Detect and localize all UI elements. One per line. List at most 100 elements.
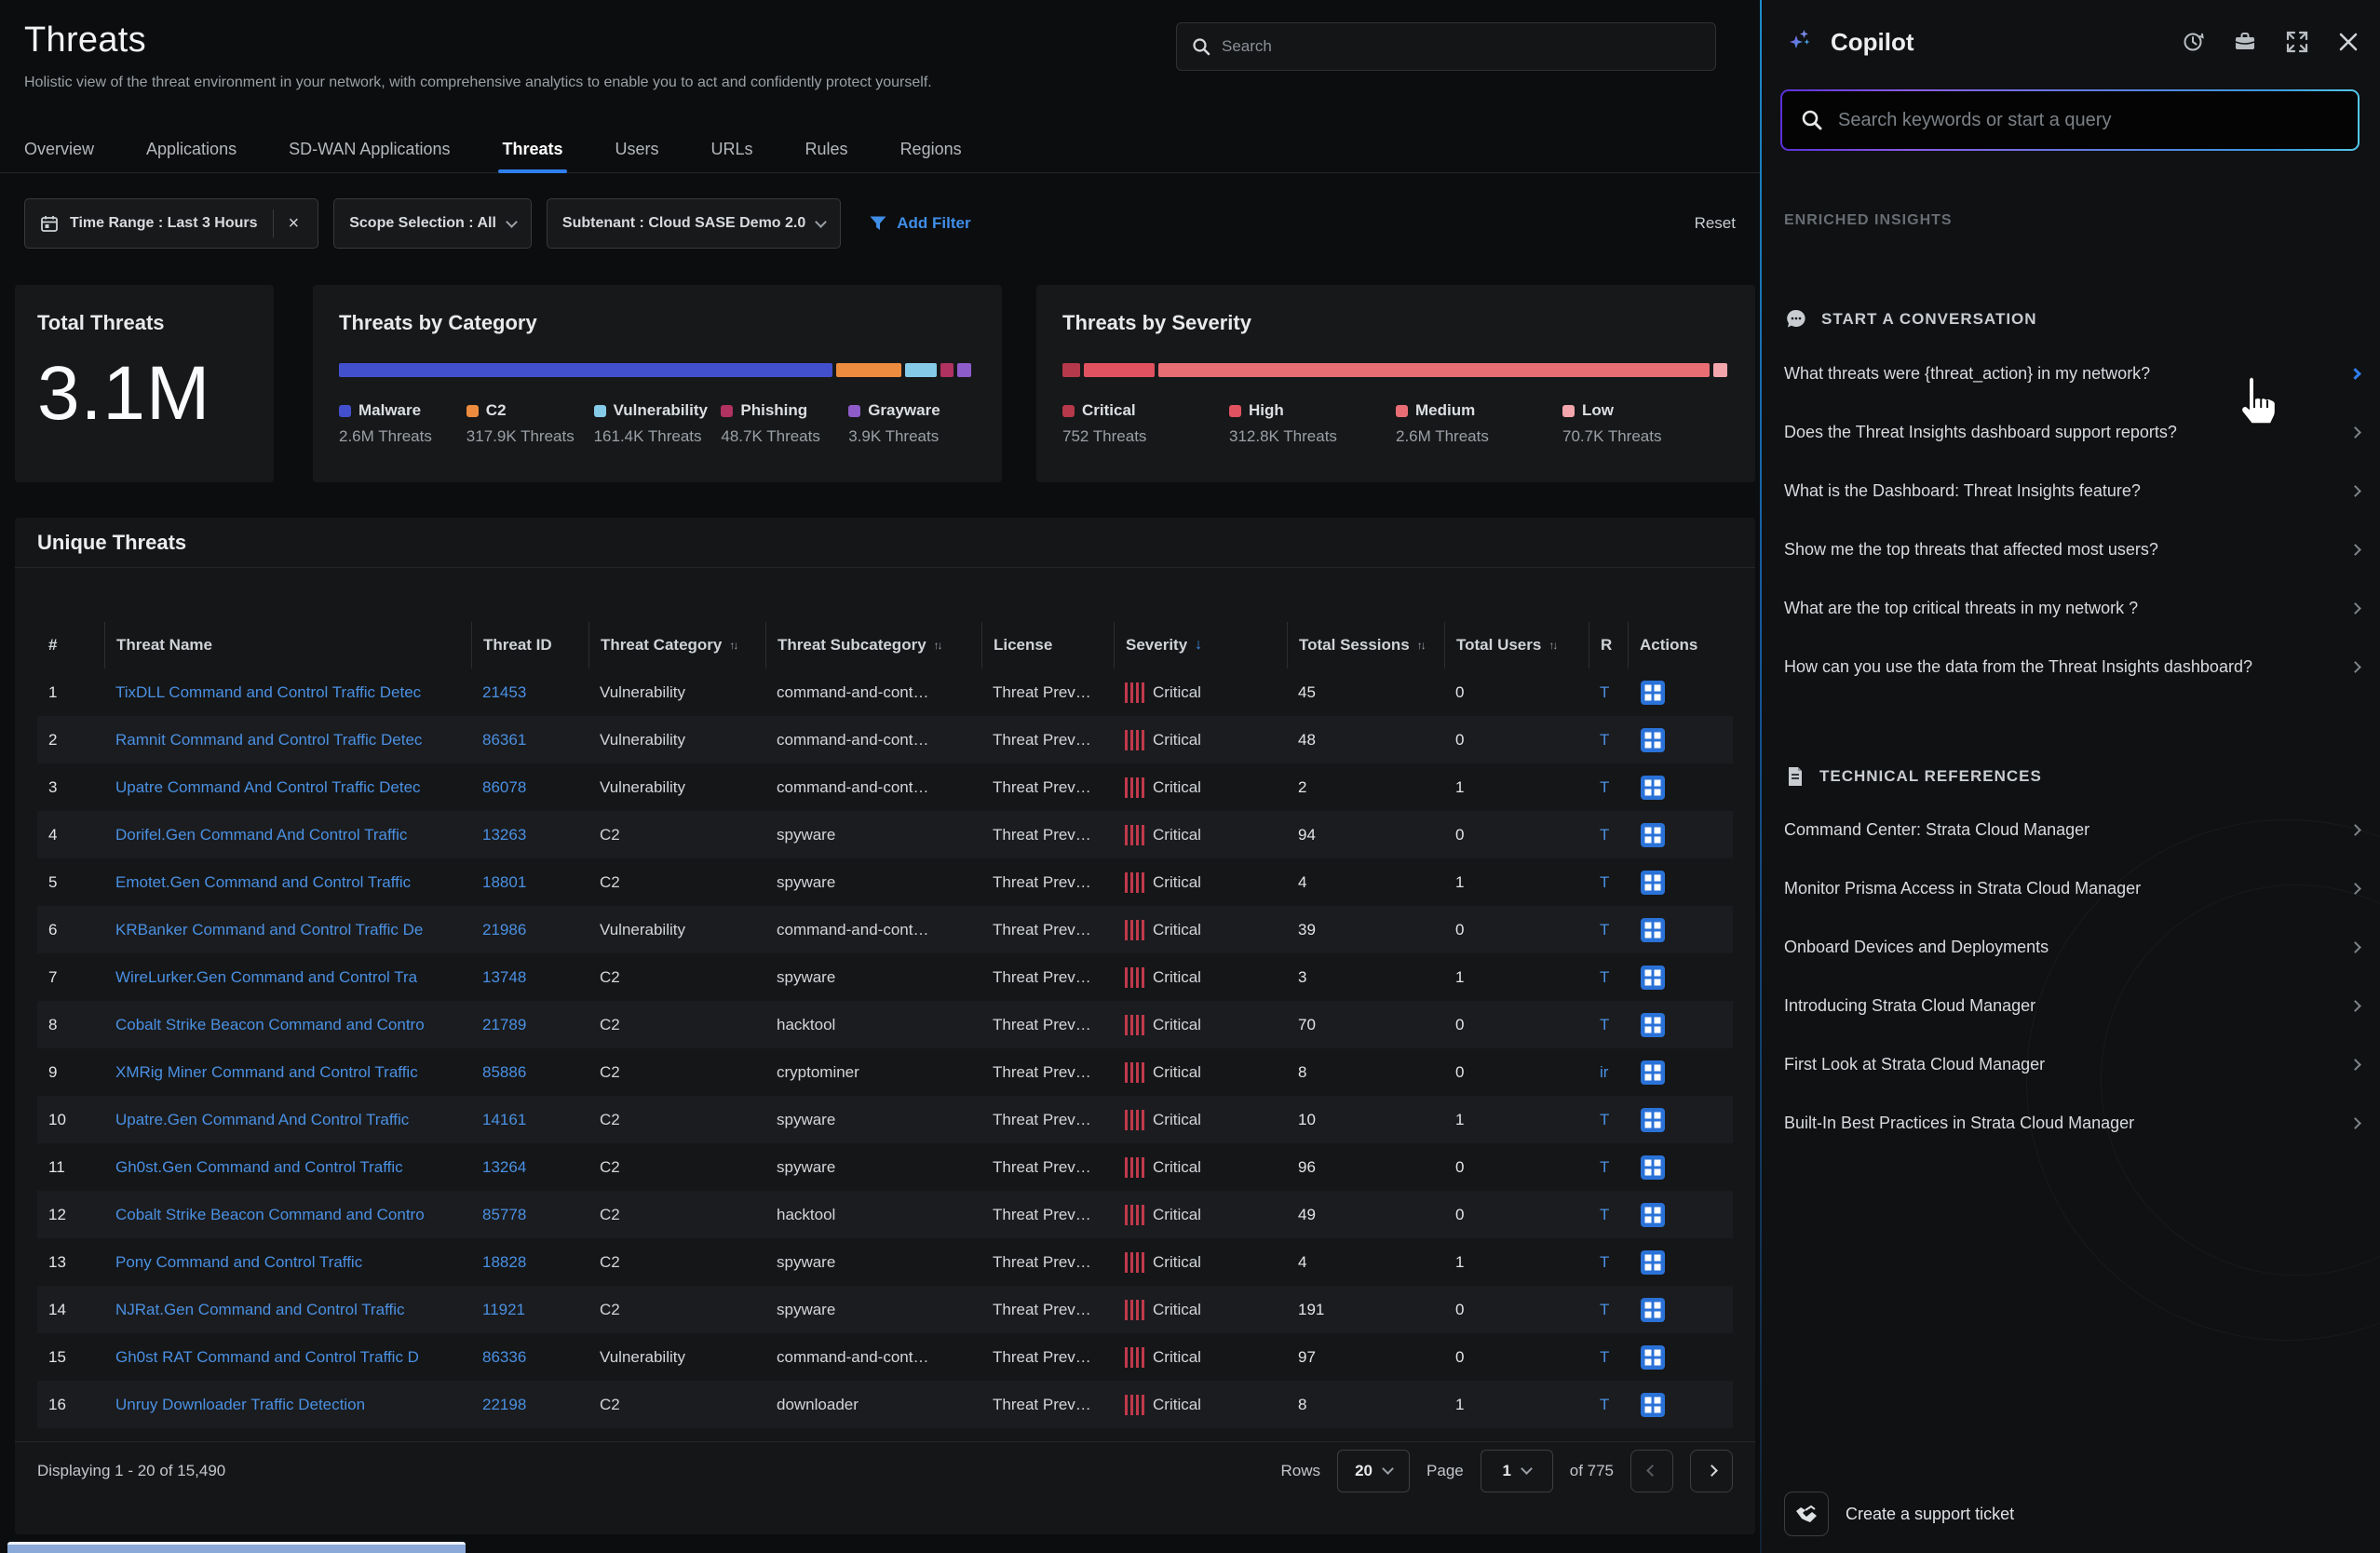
r-cell-link[interactable]: T [1600,1253,1609,1271]
category-bar-segment[interactable] [905,363,937,377]
tab[interactable]: SD-WAN Applications [289,127,450,172]
tab[interactable]: Applications [146,127,237,172]
support-ticket-button[interactable] [1784,1492,1829,1536]
table-actions-icon[interactable] [1639,1154,1667,1182]
threat-name-link[interactable]: Ramnit Command and Control Traffic Detec [115,731,422,749]
severity-bar-segment[interactable] [1084,363,1155,377]
r-cell-link[interactable]: T [1600,921,1609,939]
threat-id-link[interactable]: 22198 [482,1396,526,1413]
reference-link[interactable]: Introducing Strata Cloud Manager [1784,977,2360,1035]
threat-id-link[interactable]: 85778 [482,1206,526,1223]
sort-icon[interactable]: ↑↓ [934,639,941,652]
col-total-sessions[interactable]: Total Sessions↑↓ [1287,622,1444,668]
threat-name-link[interactable]: TixDLL Command and Control Traffic Detec [115,683,421,701]
table-actions-icon[interactable] [1639,1344,1667,1371]
reference-link[interactable]: Onboard Devices and Deployments [1784,918,2360,977]
table-actions-icon[interactable] [1639,774,1667,802]
threat-id-link[interactable]: 21453 [482,683,526,701]
r-cell-link[interactable]: T [1600,968,1609,986]
threat-name-link[interactable]: Dorifel.Gen Command And Control Traffic [115,826,407,844]
tab[interactable]: Overview [24,127,94,172]
rows-per-page-select[interactable]: 20 [1337,1450,1410,1492]
reset-button[interactable]: Reset [1695,214,1736,233]
threat-id-link[interactable]: 86361 [482,731,526,749]
threat-id-link[interactable]: 86078 [482,778,526,796]
table-actions-icon[interactable] [1639,916,1667,944]
scope-selection-filter[interactable]: Scope Selection : All [333,198,532,249]
r-cell-link[interactable]: T [1600,1348,1609,1366]
reference-link[interactable]: Command Center: Strata Cloud Manager [1784,801,2360,859]
threat-name-link[interactable]: Emotet.Gen Command and Control Traffic [115,873,411,891]
category-bar-segment[interactable] [836,363,901,377]
tab[interactable]: URLs [711,127,753,172]
r-cell-link[interactable]: T [1600,1158,1609,1176]
table-actions-icon[interactable] [1639,1201,1667,1229]
threat-name-link[interactable]: XMRig Miner Command and Control Traffic [115,1063,418,1081]
col-total-users[interactable]: Total Users↑↓ [1444,622,1589,668]
r-cell-link[interactable]: T [1600,1396,1609,1413]
threat-id-link[interactable]: 14161 [482,1111,526,1128]
threat-id-link[interactable]: 85886 [482,1063,526,1081]
search-input[interactable] [1222,37,1700,56]
r-cell-link[interactable]: ir [1600,1063,1608,1081]
table-actions-icon[interactable] [1639,679,1667,707]
threat-name-link[interactable]: Upatre.Gen Command And Control Traffic [115,1111,409,1128]
sort-desc-icon[interactable]: ↓ [1195,637,1202,654]
copilot-search-input[interactable] [1838,110,2339,131]
threat-id-link[interactable]: 21789 [482,1016,526,1033]
expand-icon[interactable] [2285,30,2309,54]
threat-name-link[interactable]: Cobalt Strike Beacon Command and Contro [115,1016,425,1033]
threat-id-link[interactable]: 18828 [482,1253,526,1271]
tab[interactable]: Rules [805,127,848,172]
r-cell-link[interactable]: T [1600,1016,1609,1033]
table-actions-icon[interactable] [1639,869,1667,897]
col-threat-subcategory[interactable]: Threat Subcategory↑↓ [765,622,981,668]
table-actions-icon[interactable] [1639,1059,1667,1087]
threat-name-link[interactable]: WireLurker.Gen Command and Control Tra [115,968,417,986]
conversation-suggestion[interactable]: How can you use the data from the Threat… [1784,638,2360,696]
threat-name-link[interactable]: NJRat.Gen Command and Control Traffic [115,1301,405,1318]
copilot-search[interactable] [1780,89,2360,151]
table-actions-icon[interactable] [1639,726,1667,754]
conversation-suggestion[interactable]: What is the Dashboard: Threat Insights f… [1784,462,2360,520]
sort-icon[interactable]: ↑↓ [1417,639,1425,652]
threat-name-link[interactable]: Pony Command and Control Traffic [115,1253,362,1271]
category-bar-segment[interactable] [940,363,953,377]
time-range-filter[interactable]: Time Range : Last 3 Hours × [24,198,318,249]
subtenant-filter[interactable]: Subtenant : Cloud SASE Demo 2.0 [547,198,841,249]
tab[interactable]: Users [615,127,659,172]
sort-icon[interactable]: ↑↓ [729,639,737,652]
table-actions-icon[interactable] [1639,1249,1667,1276]
threat-id-link[interactable]: 86336 [482,1348,526,1366]
prev-page-button[interactable] [1630,1450,1673,1492]
r-cell-link[interactable]: T [1600,683,1609,701]
col-threat-category[interactable]: Threat Category↑↓ [588,622,765,668]
threat-name-link[interactable]: Gh0st RAT Command and Control Traffic D [115,1348,419,1366]
severity-bar-segment[interactable] [1713,363,1727,377]
threat-id-link[interactable]: 13264 [482,1158,526,1176]
threat-name-link[interactable]: Upatre Command And Control Traffic Detec [115,778,421,796]
table-actions-icon[interactable] [1639,821,1667,849]
table-actions-icon[interactable] [1639,1391,1667,1419]
table-actions-icon[interactable] [1639,1296,1667,1324]
threat-name-link[interactable]: Gh0st.Gen Command and Control Traffic [115,1158,403,1176]
threat-id-link[interactable]: 21986 [482,921,526,939]
threat-id-link[interactable]: 18801 [482,873,526,891]
r-cell-link[interactable]: T [1600,1301,1609,1318]
threat-name-link[interactable]: Unruy Downloader Traffic Detection [115,1396,365,1413]
sort-icon[interactable]: ↑↓ [1548,639,1556,652]
table-actions-icon[interactable] [1639,964,1667,992]
col-severity[interactable]: Severity↓ [1114,622,1287,668]
history-icon[interactable] [2181,30,2205,54]
conversation-suggestion[interactable]: Show me the top threats that affected mo… [1784,520,2360,579]
r-cell-link[interactable]: T [1600,1206,1609,1223]
r-cell-link[interactable]: T [1600,731,1609,749]
r-cell-link[interactable]: T [1600,826,1609,844]
close-icon[interactable] [2337,31,2360,53]
threat-name-link[interactable]: Cobalt Strike Beacon Command and Contro [115,1206,425,1223]
next-page-button[interactable] [1690,1450,1733,1492]
category-bar-segment[interactable] [957,363,971,377]
table-actions-icon[interactable] [1639,1106,1667,1134]
page-select[interactable]: 1 [1481,1450,1553,1492]
add-filter-button[interactable]: Add Filter [869,214,970,233]
